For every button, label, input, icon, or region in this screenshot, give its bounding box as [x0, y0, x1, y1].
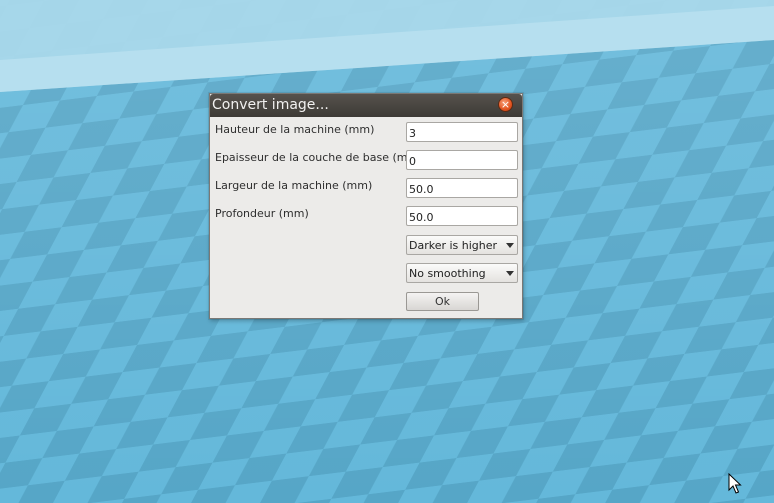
machine-width-input[interactable] [406, 178, 518, 198]
machine-height-label: Hauteur de la machine (mm) [215, 123, 375, 136]
smoothing-value: No smoothing [409, 267, 486, 280]
chevron-down-icon [506, 243, 514, 248]
ok-button[interactable]: Ok [406, 292, 479, 311]
machine-height-input[interactable] [406, 122, 518, 142]
machine-width-label: Largeur de la machine (mm) [215, 179, 373, 192]
height-mode-select[interactable]: Darker is higher [406, 235, 518, 255]
base-layer-thickness-input[interactable] [406, 150, 518, 170]
convert-image-dialog: Convert image... × Hauteur de la machine… [209, 93, 523, 319]
depth-input[interactable] [406, 206, 518, 226]
height-mode-value: Darker is higher [409, 239, 498, 252]
smoothing-select[interactable]: No smoothing [406, 263, 518, 283]
close-icon[interactable]: × [498, 97, 513, 112]
depth-label: Profondeur (mm) [215, 207, 309, 220]
mouse-cursor-icon [728, 473, 742, 494]
chevron-down-icon [506, 271, 514, 276]
base-layer-thickness-label: Epaisseur de la couche de base (mm) [215, 151, 423, 164]
dialog-titlebar[interactable]: Convert image... × [210, 94, 522, 117]
dialog-title: Convert image... [212, 97, 329, 113]
